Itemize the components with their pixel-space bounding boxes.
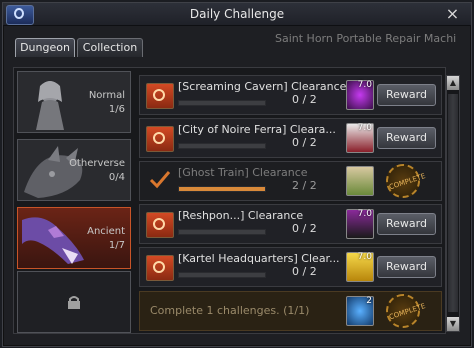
item-level: 7.0 [357, 123, 372, 133]
complete-stamp: COMPLETE [381, 289, 426, 333]
quest-progress-text: 0 / 2 [292, 265, 317, 278]
quest-progress-text: 0 / 2 [292, 222, 317, 235]
scrollbar[interactable]: ▲ ▼ [446, 75, 460, 332]
item-level: 7.0 [357, 80, 372, 90]
quest-row-completed: [Ghost Train] Clearance 2 / 2 COMPLETE [139, 159, 442, 203]
normal-portrait-icon [36, 81, 64, 130]
difficulty-otherverse[interactable]: Otherverse 0/4 [17, 139, 131, 201]
window-title: Daily Challenge [189, 7, 285, 21]
otherverse-portrait-icon [24, 146, 83, 198]
item-count: 2 [366, 296, 372, 306]
reward-button[interactable]: Reward [377, 256, 436, 278]
tab-dungeon[interactable]: Dungeon [15, 38, 75, 57]
quest-row: [Kartel Headquarters] Clear... 0 / 2 7.0… [139, 247, 442, 287]
checkmark-icon [149, 171, 171, 189]
complete-stamp: COMPLETE [381, 159, 426, 203]
scroll-up-icon[interactable]: ▲ [447, 76, 459, 90]
difficulty-count: 1/6 [108, 104, 125, 115]
scroll-thumb[interactable] [448, 94, 458, 312]
quest-row: [City of Noire Ferra] Cleara... 0 / 2 7.… [139, 118, 442, 158]
summary-text: Complete 1 challenges. (1/1) [150, 304, 310, 317]
quest-progress-bar [178, 186, 266, 192]
reward-item-icon[interactable] [346, 166, 374, 196]
item-level: 7.0 [357, 209, 372, 219]
reward-button[interactable]: Reward [377, 127, 436, 149]
quest-progress-bar [178, 143, 266, 149]
difficulty-count: 0/4 [108, 172, 125, 183]
lock-icon [68, 296, 80, 309]
quest-progress-bar [178, 100, 266, 106]
title-bar[interactable]: Daily Challenge × [3, 3, 471, 26]
reward-button[interactable]: Reward [377, 213, 436, 235]
difficulty-locked [17, 271, 131, 333]
summary-reward-icon[interactable]: 2 [346, 296, 374, 326]
close-icon[interactable]: × [444, 6, 461, 22]
scroll-down-icon[interactable]: ▼ [447, 317, 459, 331]
quest-progress-text: 0 / 2 [292, 93, 317, 106]
quest-progress-text: 0 / 2 [292, 136, 317, 149]
quest-progress-bar [178, 272, 266, 278]
daily-challenge-window: Daily Challenge × Dungeon Collection Sai… [2, 2, 472, 347]
quest-scroll-icon [146, 126, 174, 152]
reward-button[interactable]: Reward [377, 84, 436, 106]
quest-progress-bar [178, 229, 266, 235]
marquee-ticker: Saint Horn Portable Repair Machi [275, 32, 457, 45]
reward-item-icon[interactable]: 7.0 [346, 80, 374, 110]
difficulty-normal[interactable]: Normal 1/6 [17, 71, 131, 133]
difficulty-ancient[interactable]: Ancient 1/7 [17, 207, 131, 269]
quest-progress-text: 2 / 2 [292, 179, 317, 192]
difficulty-label: Otherverse [69, 158, 125, 169]
quest-scroll-icon [146, 255, 174, 281]
difficulty-label: Normal [88, 90, 125, 101]
difficulty-count: 1/7 [108, 240, 125, 251]
reward-item-icon[interactable]: 7.0 [346, 123, 374, 153]
quest-scroll-icon [146, 212, 174, 238]
reward-item-icon[interactable]: 7.0 [346, 252, 374, 282]
tab-collection[interactable]: Collection [77, 38, 143, 57]
item-level: 7.0 [357, 252, 372, 262]
reward-item-icon[interactable]: 7.0 [346, 209, 374, 239]
quest-row: [Reshpon...] Clearance 0 / 2 7.0 Reward [139, 204, 442, 244]
ancient-portrait-icon [22, 217, 84, 264]
difficulty-label: Ancient [87, 226, 125, 237]
summary-row: Complete 1 challenges. (1/1) 2 COMPLETE [139, 289, 442, 333]
quest-row: [Screaming Cavern] Clearance 0 / 2 7.0 R… [139, 75, 442, 115]
quest-scroll-icon [146, 83, 174, 109]
